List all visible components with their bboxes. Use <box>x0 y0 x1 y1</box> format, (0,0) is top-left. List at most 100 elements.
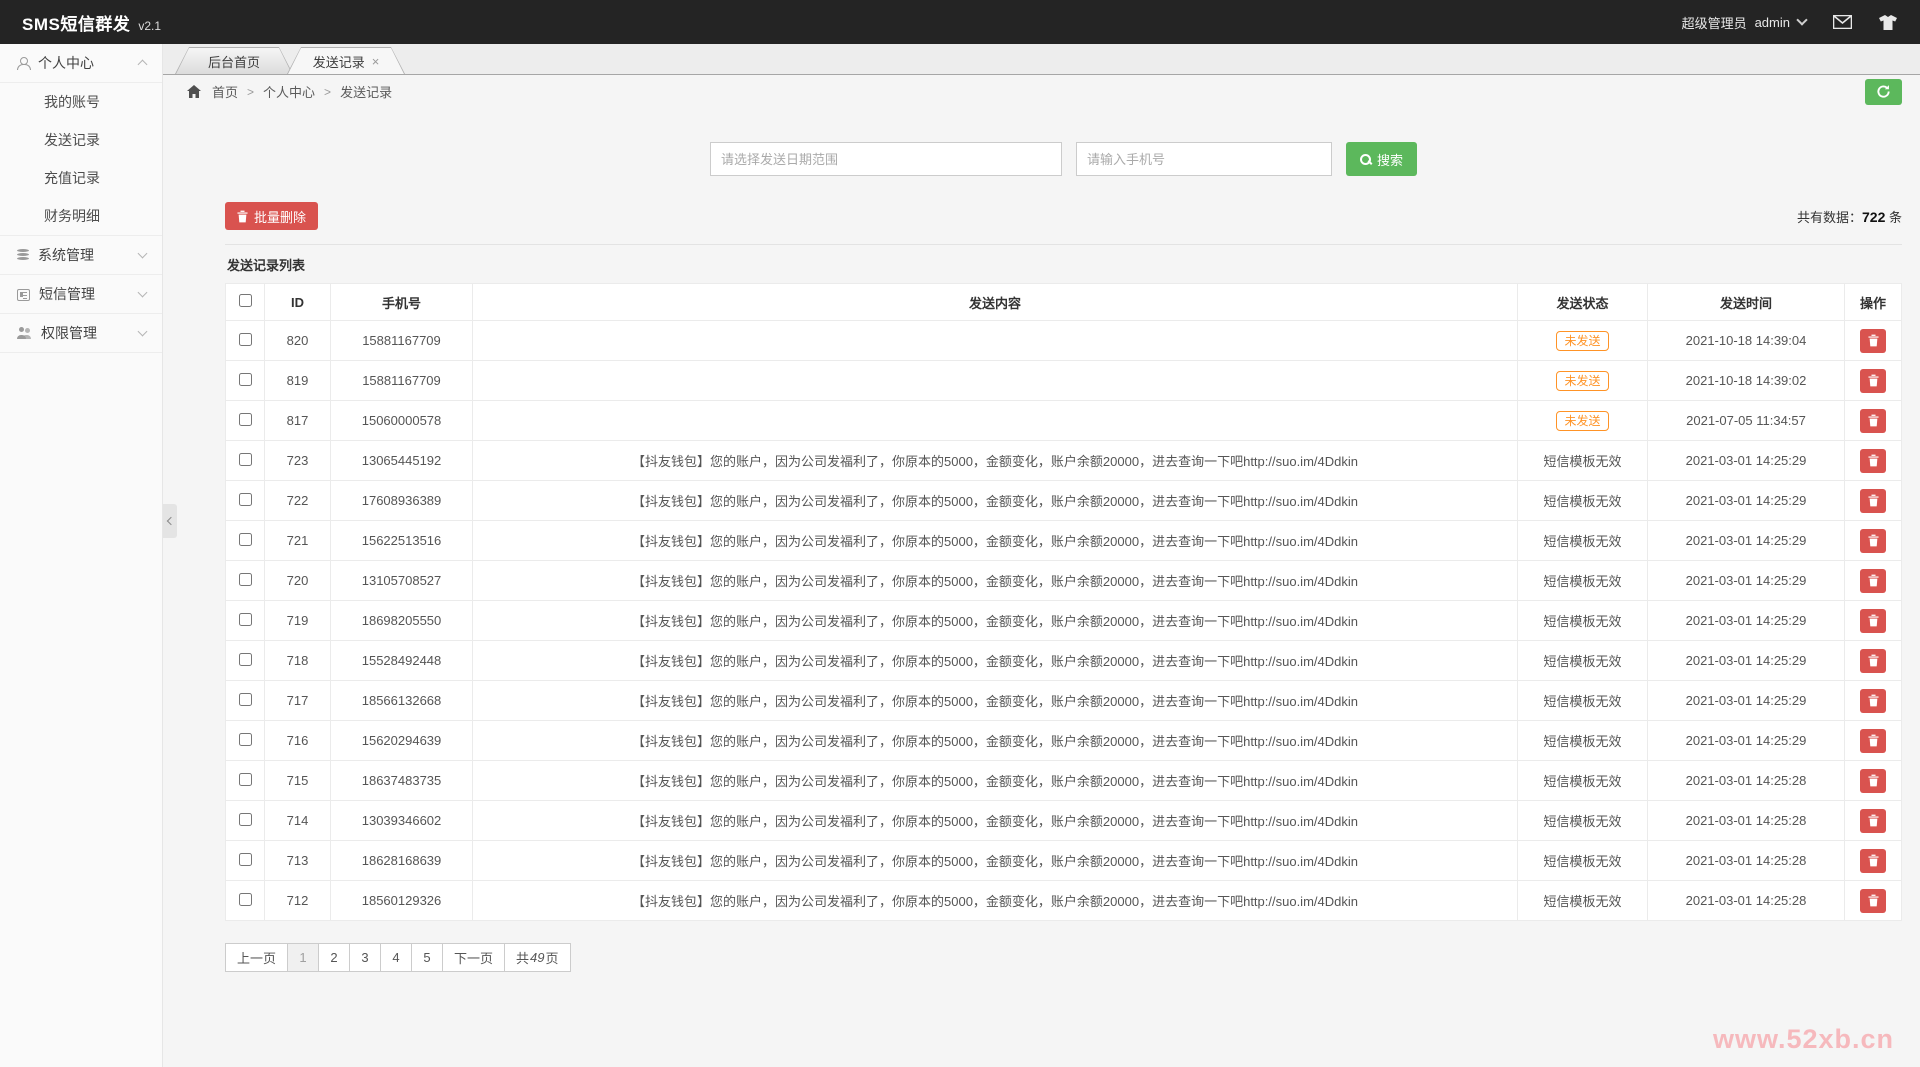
delete-button[interactable] <box>1860 729 1886 753</box>
cell-phone: 15622513516 <box>331 521 473 561</box>
cell-phone: 18637483735 <box>331 761 473 801</box>
cell-status: 未发送 <box>1518 321 1648 361</box>
select-all-checkbox[interactable] <box>239 294 252 307</box>
cell-status: 未发送 <box>1518 401 1648 441</box>
tab-1[interactable]: 发送记录 × <box>287 47 405 74</box>
breadcrumb-item-1[interactable]: 个人中心 <box>263 82 315 101</box>
cell-time: 2021-03-01 14:25:29 <box>1648 721 1845 761</box>
delete-button[interactable] <box>1860 369 1886 393</box>
col-header-1: 手机号 <box>331 284 473 321</box>
delete-button[interactable] <box>1860 889 1886 913</box>
row-checkbox[interactable] <box>239 773 252 786</box>
delete-button[interactable] <box>1860 649 1886 673</box>
delete-button[interactable] <box>1860 849 1886 873</box>
row-checkbox[interactable] <box>239 653 252 666</box>
row-checkbox[interactable] <box>239 373 252 386</box>
date-range-input[interactable] <box>710 142 1062 176</box>
trash-icon <box>237 210 248 223</box>
trash-icon <box>1868 414 1879 427</box>
tab-0[interactable]: 后台首页 <box>175 47 293 74</box>
sidebar-item-label: 个人中心 <box>38 53 139 73</box>
delete-button[interactable] <box>1860 409 1886 433</box>
table-row: 718 15528492448 【抖友钱包】您的账户，因为公司发福利了，你原本的… <box>226 641 1902 681</box>
submenu-item-0[interactable]: 我的账号 <box>0 83 162 121</box>
page-number-4[interactable]: 4 <box>380 943 412 972</box>
cell-content: 【抖友钱包】您的账户，因为公司发福利了，你原本的5000，金额变化，账户余额20… <box>473 721 1518 761</box>
submenu-item-1[interactable]: 发送记录 <box>0 121 162 159</box>
cell-content: 【抖友钱包】您的账户，因为公司发福利了，你原本的5000，金额变化，账户余额20… <box>473 801 1518 841</box>
delete-button[interactable] <box>1860 689 1886 713</box>
cell-time: 2021-10-18 14:39:04 <box>1648 321 1845 361</box>
user-menu[interactable]: 超级管理员 admin <box>1682 13 1806 32</box>
page-number-3[interactable]: 3 <box>349 943 381 972</box>
row-checkbox[interactable] <box>239 693 252 706</box>
page-number-1[interactable]: 1 <box>287 943 319 972</box>
page-next-button[interactable]: 下一页 <box>442 943 505 972</box>
breadcrumb-item-2[interactable]: 发送记录 <box>340 82 392 101</box>
table-row: 817 15060000578 未发送 2021-07-05 11:34:57 <box>226 401 1902 441</box>
cell-content: 【抖友钱包】您的账户，因为公司发福利了，你原本的5000，金额变化，账户余额20… <box>473 561 1518 601</box>
row-checkbox[interactable] <box>239 333 252 346</box>
row-checkbox[interactable] <box>239 733 252 746</box>
cell-content: 【抖友钱包】您的账户，因为公司发福利了，你原本的5000，金额变化，账户余额20… <box>473 441 1518 481</box>
page-number-5[interactable]: 5 <box>411 943 443 972</box>
cell-time: 2021-03-01 14:25:28 <box>1648 881 1845 921</box>
row-checkbox[interactable] <box>239 533 252 546</box>
envelope-icon[interactable] <box>1832 14 1852 30</box>
trash-icon <box>1868 814 1879 827</box>
cell-content: 【抖友钱包】您的账户，因为公司发福利了，你原本的5000，金额变化，账户余额20… <box>473 881 1518 921</box>
phone-input[interactable] <box>1076 142 1332 176</box>
row-checkbox[interactable] <box>239 893 252 906</box>
total-count: 722 <box>1862 209 1885 225</box>
row-checkbox[interactable] <box>239 613 252 626</box>
delete-button[interactable] <box>1860 569 1886 593</box>
search-button[interactable]: 搜索 <box>1346 142 1417 176</box>
delete-button[interactable] <box>1860 769 1886 793</box>
cell-id: 712 <box>265 881 331 921</box>
cell-time: 2021-03-01 14:25:29 <box>1648 641 1845 681</box>
cell-time: 2021-03-01 14:25:29 <box>1648 481 1845 521</box>
delete-button[interactable] <box>1860 609 1886 633</box>
row-checkbox[interactable] <box>239 413 252 426</box>
close-icon[interactable]: × <box>372 55 380 68</box>
users-icon <box>17 327 32 339</box>
refresh-button[interactable] <box>1865 79 1902 105</box>
chevron-down-icon <box>138 249 148 259</box>
sidebar-item-2[interactable]: 短信管理 <box>0 275 162 314</box>
shirt-icon[interactable] <box>1878 14 1898 30</box>
sidebar-item-3[interactable]: 权限管理 <box>0 314 162 353</box>
home-icon <box>187 85 201 98</box>
delete-button[interactable] <box>1860 489 1886 513</box>
cell-status: 短信模板无效 <box>1518 721 1648 761</box>
row-checkbox[interactable] <box>239 453 252 466</box>
page-prev-button[interactable]: 上一页 <box>225 943 288 972</box>
breadcrumb-item-0[interactable]: 首页 <box>212 82 238 101</box>
total-records: 共有数据：722 条 <box>1797 207 1902 226</box>
table-row: 722 17608936389 【抖友钱包】您的账户，因为公司发福利了，你原本的… <box>226 481 1902 521</box>
cell-status: 短信模板无效 <box>1518 561 1648 601</box>
row-checkbox[interactable] <box>239 493 252 506</box>
submenu-item-3[interactable]: 财务明细 <box>0 197 162 235</box>
row-checkbox[interactable] <box>239 853 252 866</box>
cell-time: 2021-03-01 14:25:29 <box>1648 441 1845 481</box>
delete-button[interactable] <box>1860 329 1886 353</box>
delete-button[interactable] <box>1860 809 1886 833</box>
trash-icon <box>1868 574 1879 587</box>
page-number-2[interactable]: 2 <box>318 943 350 972</box>
row-checkbox[interactable] <box>239 573 252 586</box>
trash-icon <box>1868 494 1879 507</box>
sidebar-item-1[interactable]: 系统管理 <box>0 236 162 275</box>
cell-status: 短信模板无效 <box>1518 801 1648 841</box>
app-version: v2.1 <box>138 19 161 33</box>
batch-delete-button[interactable]: 批量删除 <box>225 202 318 230</box>
delete-button[interactable] <box>1860 529 1886 553</box>
cell-phone: 13105708527 <box>331 561 473 601</box>
delete-button[interactable] <box>1860 449 1886 473</box>
submenu-item-2[interactable]: 充值记录 <box>0 159 162 197</box>
cell-id: 723 <box>265 441 331 481</box>
cell-time: 2021-03-01 14:25:28 <box>1648 841 1845 881</box>
cell-content <box>473 321 1518 361</box>
row-checkbox[interactable] <box>239 813 252 826</box>
sidebar-item-label: 短信管理 <box>39 284 139 304</box>
sidebar-item-0[interactable]: 个人中心 <box>0 44 162 83</box>
